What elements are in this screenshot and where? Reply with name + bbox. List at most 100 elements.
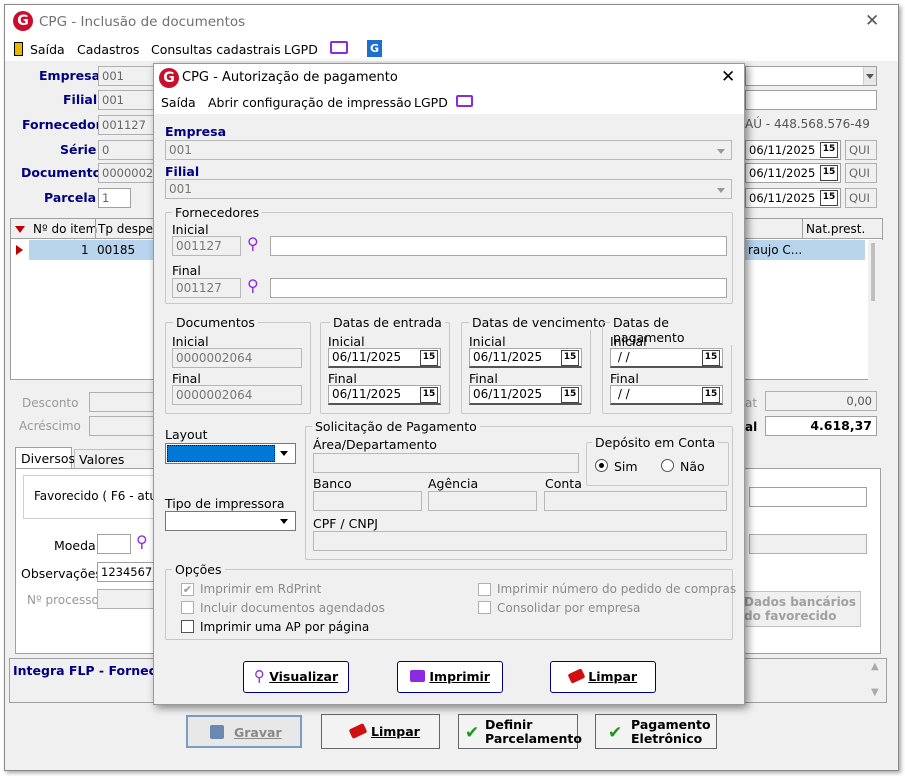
eraser-icon [348, 723, 368, 739]
tab-diversos[interactable]: Diversos [15, 447, 75, 469]
main-close-icon[interactable]: ✕ [865, 11, 879, 31]
menu-saida[interactable]: Saída [30, 42, 65, 57]
favorecido-input[interactable] [749, 487, 867, 507]
forn-final-search-icon[interactable]: ⚲ [247, 276, 259, 295]
filial-input[interactable]: 001 [98, 90, 158, 110]
ven-inicial-calendar-icon[interactable]: 15 [561, 350, 579, 366]
date3-calendar-icon[interactable]: 15 [820, 190, 838, 206]
layout-select[interactable] [165, 443, 296, 464]
serie-label: Série [60, 142, 97, 157]
parcela-input[interactable]: 1 [98, 188, 131, 208]
tab-valores[interactable]: Valores compl [74, 449, 160, 482]
day2: QUI [845, 163, 877, 183]
fornecedor-input[interactable]: 001127 [98, 115, 158, 135]
forn-inicial-search-icon[interactable]: ⚲ [247, 234, 259, 253]
pag-inicial-calendar-icon[interactable]: 15 [702, 350, 720, 366]
serie-input[interactable]: 0 [98, 140, 158, 160]
tipo-impressora-select[interactable] [165, 511, 296, 531]
area-input[interactable] [313, 453, 579, 473]
opt-agendados-checkbox[interactable] [181, 601, 194, 614]
grid-col-nat[interactable]: Nat.prest. [806, 222, 865, 236]
forn-inicial-desc[interactable] [270, 236, 727, 256]
fornecedor-label: Fornecedor [22, 117, 102, 132]
ent-final-calendar-icon[interactable]: 15 [420, 387, 438, 403]
dados-bancarios-button[interactable]: Dados bancários do favorecido [735, 591, 861, 627]
total-label-1: at [745, 396, 758, 410]
favorecido-input-2[interactable] [749, 534, 867, 554]
banco-input[interactable] [313, 491, 422, 511]
dialog-close-icon[interactable]: ✕ [721, 67, 735, 87]
visualizar-button[interactable]: ⚲ Visualizar [243, 661, 349, 693]
forn-final-desc[interactable] [270, 278, 727, 298]
dlg-filial-combo[interactable]: 001 [165, 179, 732, 199]
app-blue-icon[interactable]: G [367, 40, 382, 57]
day3: QUI [845, 188, 877, 208]
date1-calendar-icon[interactable]: 15 [820, 142, 838, 158]
acrescimo-input[interactable] [89, 416, 159, 436]
grid-scroll-thumb[interactable] [871, 243, 875, 301]
pag-final-calendar-icon[interactable]: 15 [702, 387, 720, 403]
ent-inicial-calendar-icon[interactable]: 15 [420, 350, 438, 366]
empresa-input[interactable]: 001 [98, 66, 158, 86]
forn-final-input[interactable]: 001127 [172, 278, 241, 298]
monitor-icon[interactable] [330, 41, 348, 54]
pag-inicial-label: Inicial [610, 334, 647, 349]
documento-input[interactable]: 000000206 [98, 163, 158, 183]
moeda-search-icon[interactable]: ⚲ [136, 532, 148, 551]
dlg-empresa-arrow-icon[interactable] [717, 149, 725, 154]
opt-rdprint-checkbox[interactable]: ✔ [181, 583, 194, 596]
doc-inicial-input[interactable]: 0000002064 [172, 348, 302, 368]
forn-inicial-input[interactable]: 001127 [172, 236, 241, 256]
grid-col-item[interactable]: Nº do item [33, 222, 97, 236]
integra-scroll-up-icon[interactable]: ▲ [871, 661, 879, 672]
filial-label: Filial [63, 92, 98, 107]
dialog-monitor-icon[interactable] [456, 95, 473, 107]
menu-cadastros[interactable]: Cadastros [77, 42, 139, 57]
agencia-label: Agência [428, 476, 479, 491]
pagamento-eletronico-button[interactable]: ✔ Pagamento Eletrônico [595, 714, 717, 749]
moeda-input[interactable] [97, 534, 131, 554]
doc-final-input[interactable]: 0000002064 [172, 385, 302, 405]
row-name: raujo C... [748, 243, 803, 257]
limpar-main-button[interactable]: Limpar [321, 714, 440, 749]
dlg-limpar-button[interactable]: Limpar [550, 661, 656, 693]
menu-consultas[interactable]: Consultas cadastrais [151, 42, 281, 57]
imprimir-button[interactable]: Imprimir [397, 661, 503, 693]
acrescimo-label: Acréscimo [19, 419, 81, 433]
processo-input[interactable] [97, 589, 159, 609]
dlg-filial-arrow-icon[interactable] [717, 188, 725, 193]
dlg-limpar-label: Limpar [588, 669, 638, 684]
deposito-nao-radio[interactable] [661, 459, 674, 472]
opcoes-title: Opções [172, 562, 225, 577]
opt-pedido-checkbox[interactable] [478, 583, 491, 596]
dialog-menu-config[interactable]: Abrir configuração de impressão [208, 95, 411, 110]
opt-consolidar-checkbox[interactable] [478, 601, 491, 614]
definir-parcelamento-button[interactable]: ✔ Definir Parcelamento [458, 714, 582, 749]
opt-agendados-label: Incluir documentos agendados [200, 601, 385, 615]
deposito-nao-label: Não [680, 459, 705, 474]
desconto-input[interactable] [89, 392, 159, 412]
day1: QUI [845, 140, 877, 160]
gravar-button[interactable]: Gravar [186, 715, 302, 748]
dialog-menu-lgpd[interactable]: LGPD [414, 95, 448, 110]
dlg-filial-label: Filial [165, 164, 200, 179]
deposito-sim-radio[interactable] [595, 459, 608, 472]
right-combo[interactable] [745, 66, 877, 86]
app-logo-icon: G [13, 11, 33, 31]
observacoes-input[interactable]: 12345678 [97, 562, 159, 582]
total-label-2: al [745, 420, 758, 434]
integra-scroll-down-icon[interactable]: ▼ [871, 687, 879, 698]
cpf-input[interactable] [313, 531, 727, 551]
dlg-empresa-combo[interactable]: 001 [165, 140, 732, 160]
menu-lgpd[interactable]: LGPD [284, 42, 318, 57]
ven-final-calendar-icon[interactable]: 15 [561, 387, 579, 403]
conta-input[interactable] [544, 491, 727, 511]
right-input[interactable] [745, 90, 877, 110]
dialog-menu-saida[interactable]: Saída [161, 95, 196, 110]
date2-calendar-icon[interactable]: 15 [820, 165, 838, 181]
agencia-input[interactable] [428, 491, 537, 511]
gravar-label: Gravar [234, 725, 282, 740]
documentos-title: Documentos [173, 315, 258, 330]
right-combo-arrow[interactable] [863, 67, 876, 85]
opt-ap-pagina-checkbox[interactable] [181, 620, 194, 633]
